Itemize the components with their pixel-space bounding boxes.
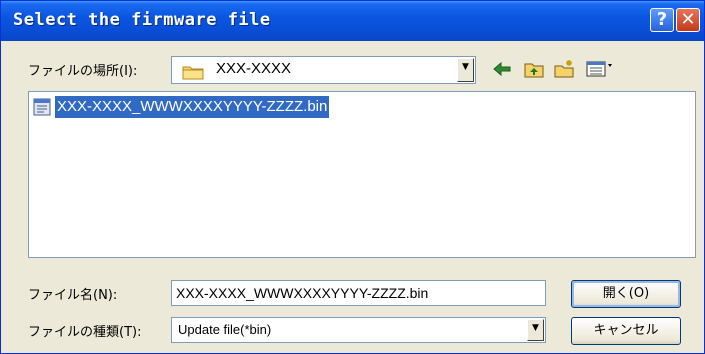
look-in-dropdown[interactable]: XXX-XXXX ▼ [171,56,476,84]
new-folder-icon[interactable] [553,59,575,79]
file-name-label: ファイル名(N): [28,288,118,303]
file-name-field[interactable]: XXX-XXXX_WWWXXXXYYYY-ZZZZ.bin [171,280,546,306]
dialog-title: Select the firmware file [13,10,271,30]
chevron-down-icon[interactable]: ▼ [457,58,474,82]
up-folder-icon[interactable] [523,59,545,79]
file-type-dropdown[interactable]: Update file(*bin) ▼ [171,317,546,343]
chevron-down-icon[interactable]: ▼ [527,319,544,341]
file-list[interactable]: XXX-XXXX_WWWXXXXYYYY-ZZZZ.bin [28,91,696,258]
view-menu-icon[interactable] [585,59,615,79]
file-type-value: Update file(*bin) [178,322,272,337]
help-button[interactable]: ? [650,8,674,32]
look-in-value: XXX-XXXX [216,60,292,77]
title-bar[interactable]: Select the firmware file ? ✕ [1,1,704,41]
file-type-label: ファイルの種類(T): [28,325,142,340]
open-button[interactable]: 開く(O) [571,280,681,308]
list-item[interactable]: XXX-XXXX_WWWXXXXYYYY-ZZZZ.bin [33,96,330,118]
cancel-button[interactable]: キャンセル [571,317,681,345]
firmware-file-dialog: Select the firmware file ? ✕ ファイルの場所(I):… [0,0,705,354]
close-button[interactable]: ✕ [676,8,700,32]
folder-icon [182,66,204,80]
bin-file-icon [33,98,51,116]
look-in-label: ファイルの場所(I): [28,64,138,79]
back-icon[interactable] [491,59,513,79]
file-name-label: XXX-XXXX_WWWXXXXYYYY-ZZZZ.bin [55,96,330,118]
